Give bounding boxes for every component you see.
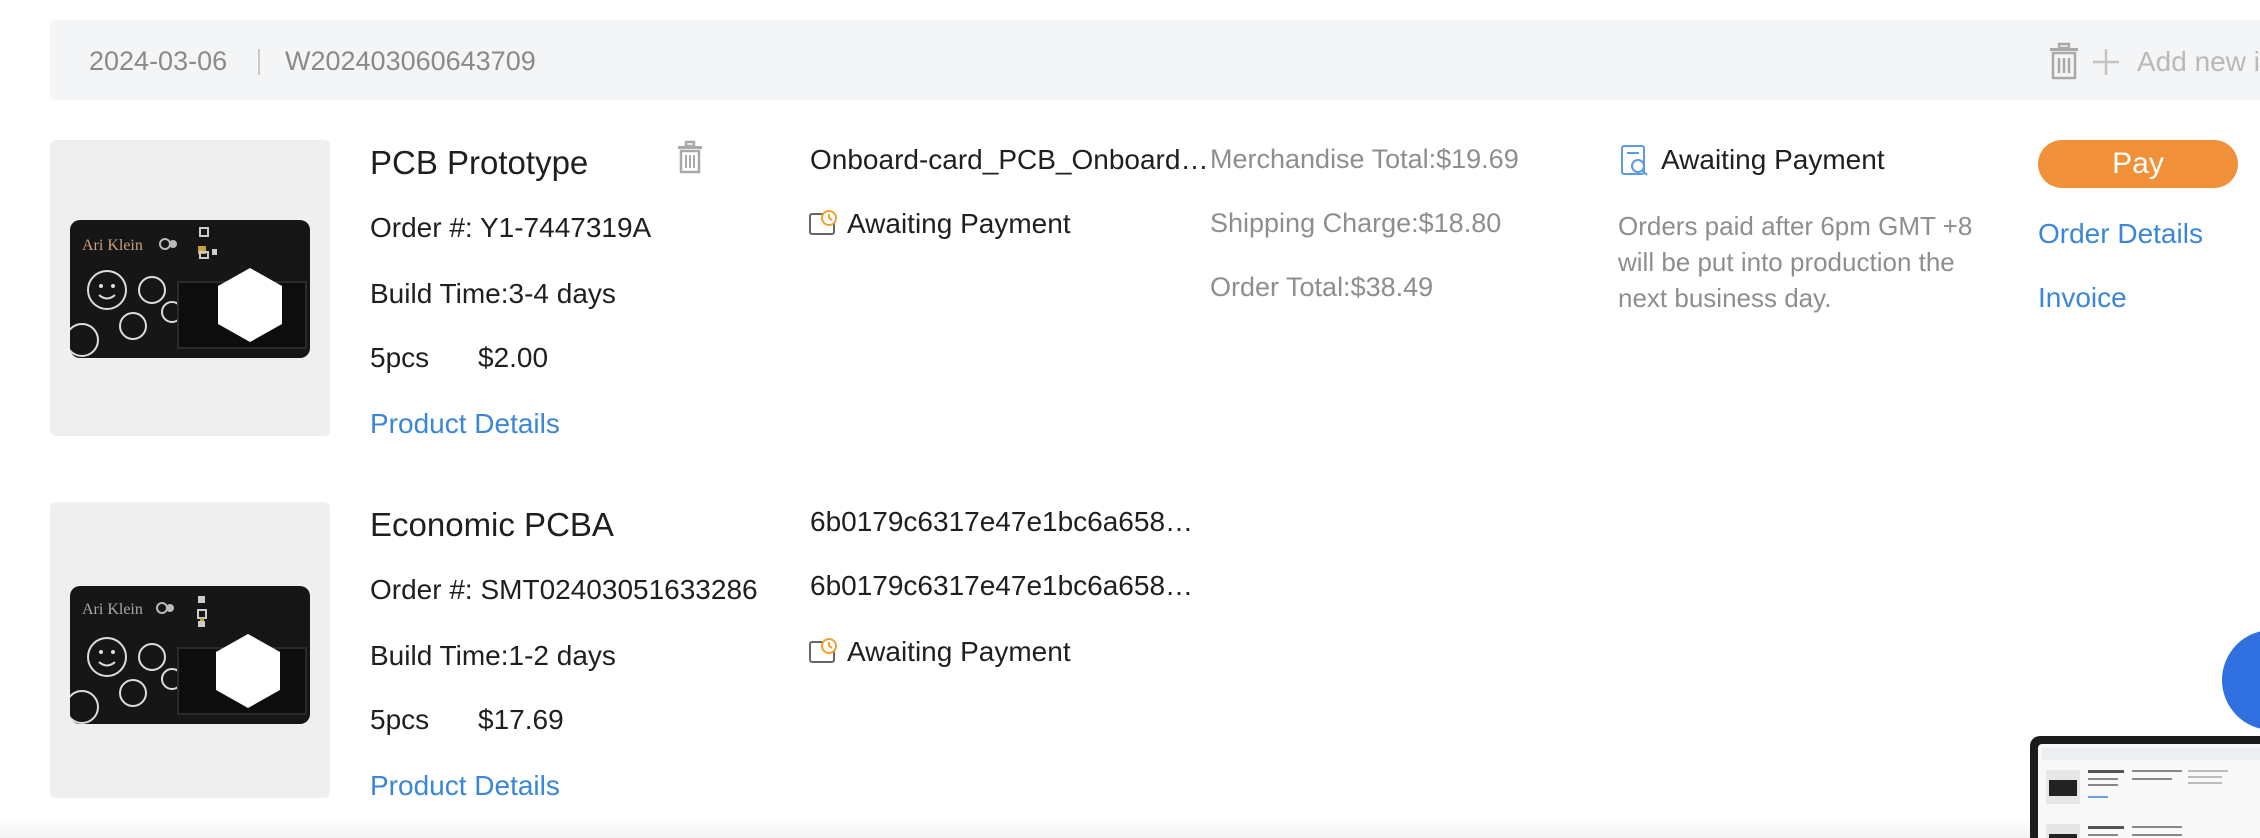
order-group-header: 2024-03-06 W202403060643709 Add new i: [50, 20, 2260, 100]
unit-price: $2.00: [478, 342, 549, 373]
pending-clock-icon: [808, 208, 838, 238]
pcb-board-image: Ari Klein: [70, 220, 310, 358]
product-details-link[interactable]: Product Details: [370, 408, 560, 440]
order-date: 2024-03-06: [89, 46, 228, 76]
preview-screen: [2038, 744, 2260, 838]
chat-support-button[interactable]: [2222, 630, 2260, 730]
build-time: Build Time:3-4 days: [370, 278, 616, 309]
product-title: PCB Prototype: [370, 144, 589, 181]
product-thumbnail[interactable]: Ari Klein: [50, 502, 330, 798]
page-preview-thumbnail[interactable]: [2030, 736, 2260, 838]
payment-status: Awaiting Payment: [1661, 144, 1885, 175]
board-brand-text: Ari Klein: [82, 237, 143, 254]
pcb-board-image: Ari Klein: [70, 586, 310, 724]
order-number: Order #: SMT02403051633286: [370, 574, 758, 605]
file-name[interactable]: 6b0179c6317e47e1bc6a6580000: [810, 506, 1200, 538]
production-status: Awaiting Payment: [847, 208, 1071, 239]
order-number: Order #: Y1-7447319A: [370, 212, 652, 243]
payment-note: Orders paid after 6pm GMT +8 will be put…: [1618, 211, 1973, 313]
file-name[interactable]: 6b0179c6317e47e1bc6a6580000: [810, 570, 1200, 602]
quantity: 5pcs: [370, 704, 430, 735]
order-total: Order Total:$38.49: [1210, 272, 1434, 302]
pending-clock-icon: [808, 636, 838, 666]
product-details-link[interactable]: Product Details: [370, 770, 560, 802]
product-thumbnail[interactable]: Ari Klein: [50, 140, 330, 436]
orders-page: 2024-03-06 W202403060643709 Add new i Ar…: [0, 0, 2260, 838]
order-group-number: W202403060643709: [285, 46, 536, 76]
board-brand-text: Ari Klein: [82, 601, 143, 618]
header-divider: [258, 49, 260, 75]
pay-button[interactable]: Pay: [2038, 140, 2238, 188]
product-title: Economic PCBA: [370, 506, 614, 543]
bottom-fade: [0, 818, 2030, 838]
delete-product-icon[interactable]: [676, 140, 704, 174]
invoice-link[interactable]: Invoice: [2038, 282, 2127, 314]
add-new-item-button[interactable]: Add new i: [2137, 46, 2260, 78]
file-name[interactable]: Onboard-card_PCB_Onboard-card: [810, 144, 1210, 176]
production-status: Awaiting Payment: [847, 636, 1071, 667]
build-time: Build Time:1-2 days: [370, 640, 616, 671]
merchandise-total: Merchandise Total:$19.69: [1210, 144, 1519, 174]
plus-icon[interactable]: [2090, 46, 2122, 78]
shipping-charge: Shipping Charge:$18.80: [1210, 208, 1502, 238]
payment-search-icon: [1620, 144, 1650, 178]
unit-price: $17.69: [478, 704, 564, 735]
quantity: 5pcs: [370, 342, 430, 373]
order-details-link[interactable]: Order Details: [2038, 218, 2203, 250]
trash-icon[interactable]: [2048, 42, 2080, 80]
